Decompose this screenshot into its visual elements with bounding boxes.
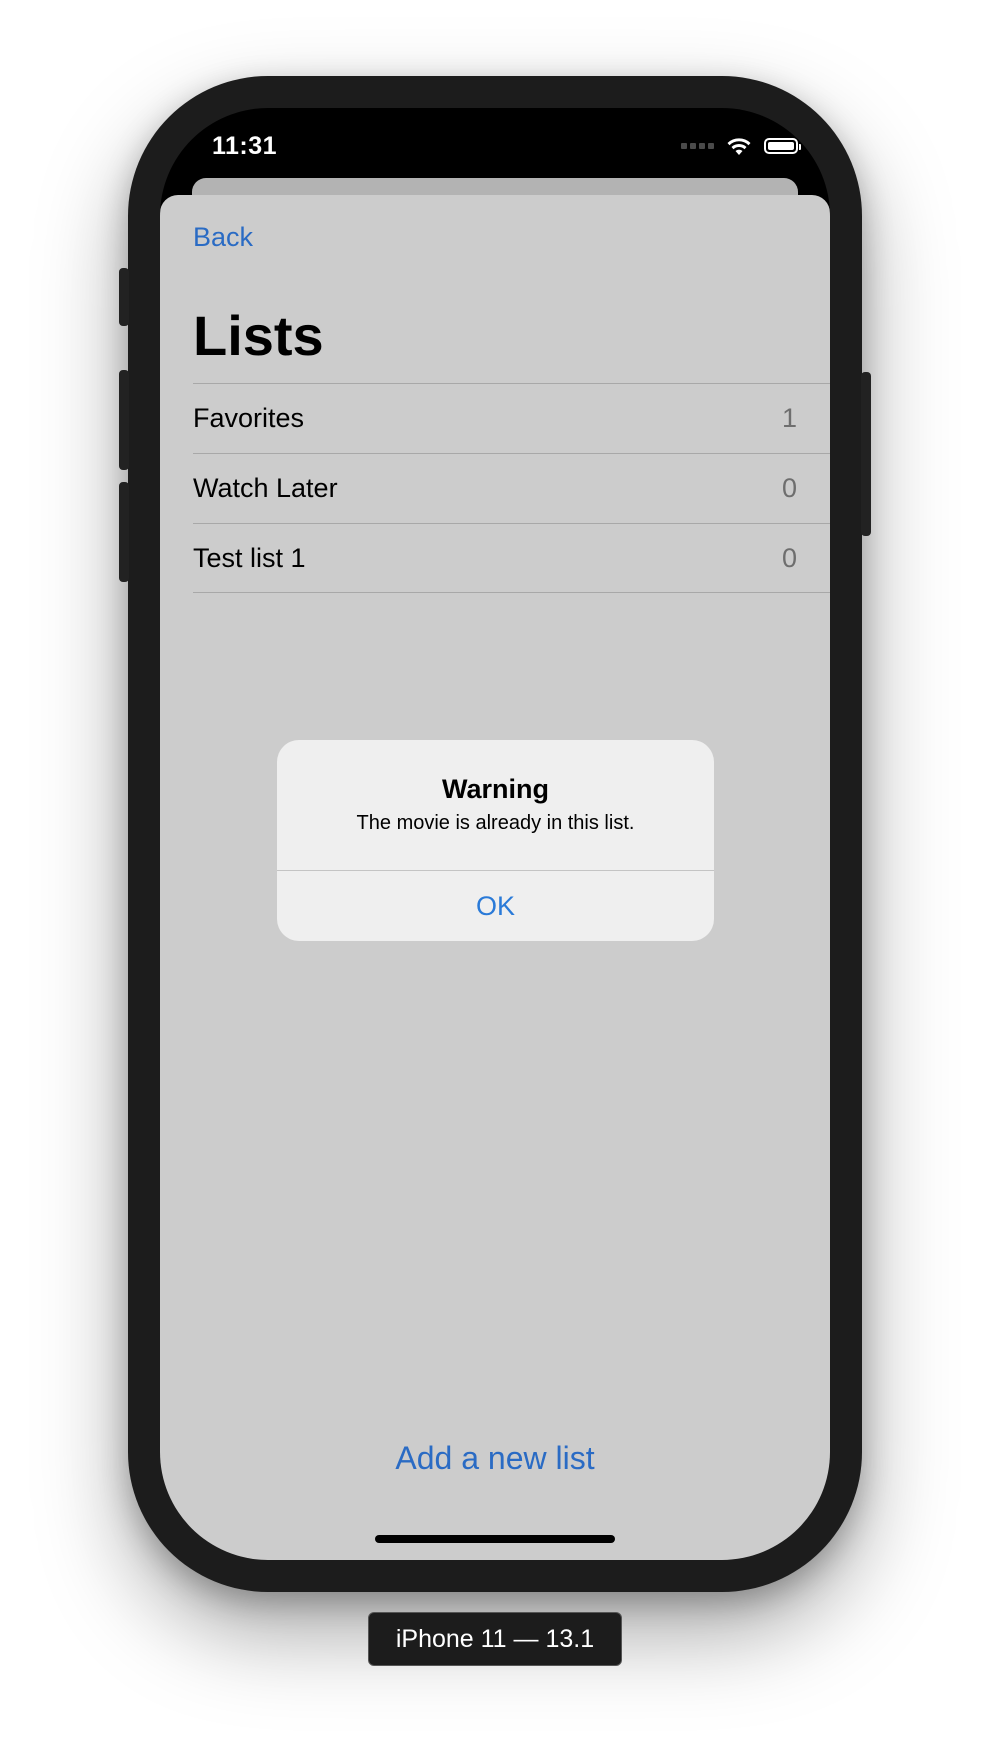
silent-switch — [119, 268, 129, 326]
status-icons — [681, 136, 801, 156]
list-item-count: 0 — [781, 473, 797, 503]
back-button[interactable]: Back — [193, 222, 253, 253]
notch — [308, 108, 682, 162]
list-item-count: 0 — [781, 542, 797, 573]
status-time: 11:31 — [212, 132, 278, 160]
alert-ok-button[interactable]: OK — [277, 871, 714, 941]
device-screen: 11:31 Back Lists Favorites 1 Watch Later… — [160, 108, 830, 1560]
list-item-count: 1 — [781, 403, 797, 433]
power-button — [861, 372, 871, 536]
page-title: Lists — [193, 304, 324, 367]
list-item-label: Test list 1 — [193, 542, 306, 573]
alert-message: The movie is already in this list. — [356, 812, 635, 834]
volume-down-button — [119, 482, 129, 582]
list-item-label: Favorites — [193, 403, 305, 433]
list-item-favorites[interactable]: Favorites 1 — [193, 383, 830, 453]
warning-alert: Warning The movie is already in this lis… — [277, 740, 714, 941]
list-item-label: Watch Later — [193, 473, 338, 503]
wifi-icon — [727, 138, 751, 155]
list-item-test-list-1[interactable]: Test list 1 0 — [193, 523, 830, 593]
simulator-stage: 11:31 Back Lists Favorites 1 Watch Later… — [0, 0, 990, 1740]
lists-table: Favorites 1 Watch Later 0 Test list 1 0 — [193, 383, 830, 593]
device-label: iPhone 11 — 13.1 — [368, 1612, 622, 1666]
add-new-list-button[interactable]: Add a new list — [160, 1440, 830, 1477]
volume-up-button — [119, 370, 129, 470]
signal-dots-icon — [681, 143, 714, 149]
battery-icon — [764, 138, 801, 154]
list-item-watch-later[interactable]: Watch Later 0 — [193, 453, 830, 523]
home-indicator[interactable] — [375, 1535, 615, 1543]
alert-title: Warning — [442, 774, 549, 804]
